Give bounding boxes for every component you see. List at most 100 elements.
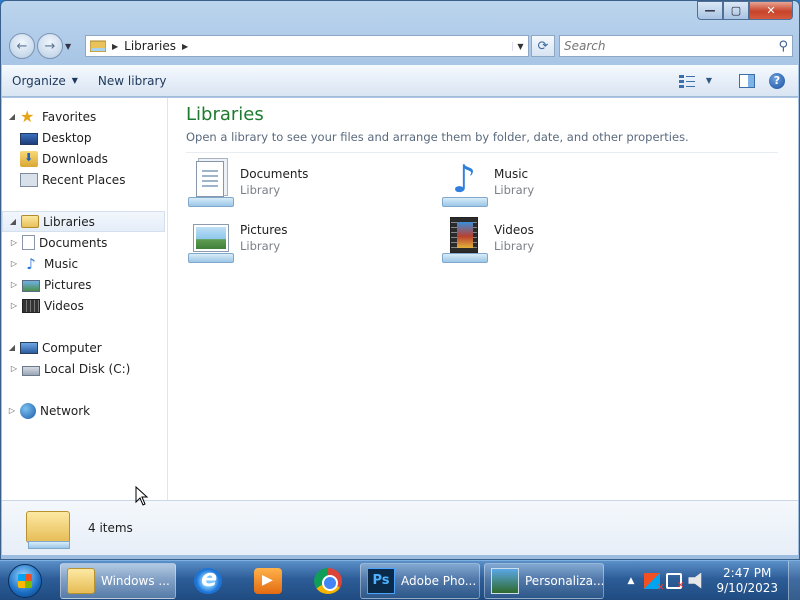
expand-arrow-icon[interactable]: ◢	[6, 112, 18, 121]
address-bar[interactable]: ▶ Libraries ▶ ▼	[85, 35, 529, 57]
nav-libraries[interactable]: ◢ Libraries	[2, 211, 165, 232]
help-icon: ?	[769, 72, 785, 89]
close-button[interactable]: ✕	[749, 1, 793, 20]
taskbar-label: Windows ...	[101, 573, 170, 588]
change-view-button[interactable]	[672, 65, 702, 96]
expand-arrow-icon[interactable]: ◢	[6, 343, 18, 352]
nav-label: Desktop	[42, 130, 92, 145]
taskbar-photoshop[interactable]: Ps Adobe Pho...	[360, 562, 480, 599]
maximize-button[interactable]: ▢	[723, 1, 749, 20]
nav-music[interactable]: ▷ ♪ Music	[2, 253, 167, 274]
organize-button[interactable]: Organize ▼	[2, 65, 88, 96]
start-button[interactable]	[0, 561, 50, 600]
network-status-icon[interactable]	[666, 572, 684, 591]
nav-label: Computer	[42, 340, 102, 355]
explorer-icon	[67, 567, 95, 594]
desktop-icon	[20, 132, 38, 145]
search-box[interactable]: ⚲	[559, 35, 793, 57]
clock[interactable]: 2:47 PM 9/10/2023	[716, 566, 778, 596]
taskbar-media-player[interactable]	[240, 563, 296, 599]
library-name: Pictures	[240, 223, 288, 237]
nav-desktop[interactable]: Desktop	[2, 127, 167, 148]
library-item-pictures[interactable]: Pictures Library	[186, 215, 440, 271]
chevron-down-icon: ▼	[71, 76, 78, 85]
documents-icon	[22, 235, 35, 250]
back-button[interactable]: ←	[9, 33, 35, 59]
taskbar-chrome[interactable]	[300, 563, 356, 599]
hard-disk-icon	[22, 366, 40, 376]
item-count: 4 items	[88, 521, 133, 535]
command-bar-right: ▼ ?	[672, 65, 798, 96]
collapse-arrow-icon[interactable]: ▷	[8, 301, 20, 310]
library-type: Library	[240, 239, 281, 253]
action-center-flag-icon[interactable]	[644, 572, 664, 593]
nav-recent-places[interactable]: Recent Places	[2, 169, 167, 190]
libraries-large-icon	[26, 507, 72, 549]
view-dropdown-button[interactable]: ▼	[702, 65, 716, 96]
preview-pane-icon	[739, 73, 755, 88]
collapse-arrow-icon[interactable]: ▷	[8, 280, 20, 289]
show-desktop-button[interactable]	[788, 560, 800, 600]
libraries-icon	[21, 215, 39, 228]
navigation-pane[interactable]: ◢ ★ Favorites Desktop Downloads Recent P…	[2, 98, 168, 500]
chrome-icon	[314, 567, 342, 594]
nav-label: Documents	[39, 235, 108, 250]
view-options-icon	[679, 74, 695, 88]
nav-label: Libraries	[43, 214, 95, 229]
search-icon[interactable]: ⚲	[778, 39, 788, 54]
show-hidden-icons-button[interactable]: ▲	[628, 576, 635, 586]
volume-muted-icon[interactable]	[688, 572, 702, 589]
nav-label: Downloads	[42, 151, 108, 166]
nav-favorites[interactable]: ◢ ★ Favorites	[2, 106, 167, 127]
nav-pictures[interactable]: ▷ Pictures	[2, 274, 167, 295]
search-input[interactable]	[564, 39, 779, 53]
command-bar: Organize ▼ New library ▼ ?	[2, 65, 798, 97]
nav-documents[interactable]: ▷ Documents	[2, 232, 167, 253]
preview-pane-button[interactable]	[732, 65, 762, 96]
details-pane: 4 items	[2, 500, 798, 555]
page-subtitle: Open a library to see your files and arr…	[186, 130, 778, 153]
taskbar-personalization[interactable]: Personaliza...	[484, 562, 604, 599]
new-library-label: New library	[97, 73, 167, 88]
music-note-icon: ♪	[26, 254, 36, 273]
collapse-arrow-icon[interactable]: ▷	[8, 364, 20, 373]
library-type: Library	[494, 239, 535, 253]
address-dropdown-icon[interactable]: ▼	[512, 41, 528, 51]
nav-downloads[interactable]: Downloads	[2, 148, 167, 169]
breadcrumb-separator-icon[interactable]: ▶	[112, 42, 118, 51]
expand-arrow-icon[interactable]: ◢	[7, 217, 19, 226]
documents-library-icon	[186, 161, 236, 209]
taskbar-label: Adobe Pho...	[401, 573, 477, 588]
libraries-folder-icon	[90, 40, 106, 52]
breadcrumb-libraries[interactable]: Libraries	[124, 39, 176, 53]
forward-arrow-icon: →	[44, 38, 56, 54]
collapse-arrow-icon[interactable]: ▷	[6, 406, 18, 415]
nav-label: Videos	[44, 298, 84, 313]
videos-library-icon	[440, 217, 490, 265]
library-name: Videos	[494, 223, 534, 237]
address-row: ← → ▼ ▶ Libraries ▶ ▼ ⟳ ⚲	[9, 31, 793, 61]
nav-videos[interactable]: ▷ Videos	[2, 295, 167, 316]
library-item-videos[interactable]: Videos Library	[440, 215, 694, 271]
new-library-button[interactable]: New library	[88, 65, 177, 96]
collapse-arrow-icon[interactable]: ▷	[8, 238, 20, 247]
system-tray: ▲ 2:47 PM 9/10/2023	[628, 560, 800, 600]
taskbar-internet-explorer[interactable]	[180, 563, 236, 599]
forward-button[interactable]: →	[37, 33, 63, 59]
library-item-music[interactable]: ♪ Music Library	[440, 159, 694, 215]
recent-pages-dropdown[interactable]: ▼	[65, 42, 77, 51]
help-button[interactable]: ?	[762, 65, 792, 96]
collapse-arrow-icon[interactable]: ▷	[8, 259, 20, 268]
breadcrumb-separator-icon[interactable]: ▶	[182, 42, 188, 51]
nav-network[interactable]: ▷ Network	[2, 400, 167, 421]
library-item-documents[interactable]: Documents Library	[186, 159, 440, 215]
back-arrow-icon: ←	[16, 38, 28, 54]
nav-local-disk[interactable]: ▷ Local Disk (C:)	[2, 358, 167, 379]
minimize-button[interactable]: —	[697, 1, 723, 20]
nav-label: Pictures	[44, 277, 92, 292]
clock-time: 2:47 PM	[723, 565, 772, 580]
taskbar-explorer[interactable]: Windows ...	[60, 562, 176, 599]
refresh-button[interactable]: ⟳	[531, 35, 555, 57]
nav-computer[interactable]: ◢ Computer	[2, 337, 167, 358]
